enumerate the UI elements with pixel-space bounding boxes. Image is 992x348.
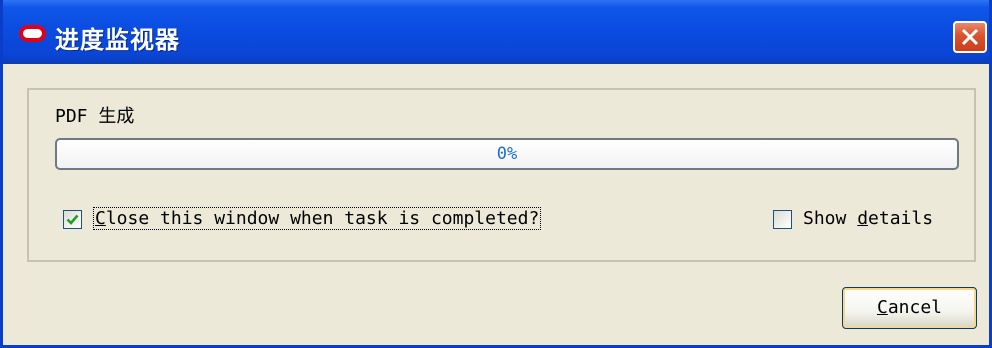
- window-title: 进度监视器: [55, 26, 180, 54]
- focus-outline: Close this window when task is completed…: [93, 207, 542, 230]
- cancel-button[interactable]: Cancel: [842, 287, 977, 329]
- close-icon: [961, 28, 979, 46]
- cancel-label: ancel: [887, 297, 943, 318]
- show-details-checkbox[interactable]: [773, 210, 792, 229]
- mnemonic-c: C: [95, 208, 106, 229]
- progress-bar: 0%: [55, 138, 959, 170]
- title-bar[interactable]: 进度监视器: [3, 0, 989, 64]
- progress-monitor-window: 进度监视器 PDF 生成 0% Close this window when t…: [0, 0, 992, 348]
- show-details-pre: Show: [803, 208, 858, 229]
- mnemonic-cancel: C: [876, 297, 888, 318]
- oracle-logo-icon: [19, 25, 46, 42]
- close-when-done-label[interactable]: Close this window when task is completed…: [93, 207, 542, 230]
- checkmark-icon: [66, 214, 79, 225]
- close-when-done-text: lose this window when task is completed?: [105, 208, 540, 229]
- mnemonic-d: d: [857, 208, 869, 229]
- task-group: PDF 生成 0% Close this window when task is…: [27, 88, 976, 262]
- close-button[interactable]: [953, 21, 987, 53]
- task-label: PDF 生成: [55, 106, 135, 127]
- close-when-done-checkbox[interactable]: [63, 210, 82, 229]
- show-details-label[interactable]: Show details: [803, 208, 933, 229]
- show-details-rest: etails: [868, 208, 934, 229]
- progress-percent: 0%: [496, 144, 518, 164]
